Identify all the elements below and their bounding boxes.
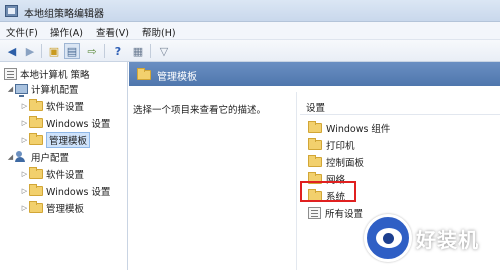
all-settings-icon [308, 206, 321, 219]
description-text: 选择一个项目来查看它的描述。 [133, 105, 267, 116]
list-item-label: 所有设置 [325, 208, 364, 220]
tree-item-windows-settings[interactable]: ▷ Windows 设置 [20, 115, 110, 130]
folder-icon [308, 137, 322, 150]
toolbar-separator [104, 44, 105, 58]
tree-user-config-label: 用户配置 [31, 152, 70, 164]
tree-computer-config[interactable]: ◢ 计算机配置 [6, 81, 79, 97]
toolbar: ◀ ▶ ▣ ▤ ⇨ ? ▦ ▽ [0, 40, 500, 62]
folder-icon [29, 98, 43, 111]
tree-item-user-software-settings[interactable]: ▷ 软件设置 [20, 166, 84, 181]
tree-item-label: Windows 设置 [46, 118, 111, 130]
expand-arrow-icon[interactable]: ◢ [6, 85, 15, 93]
users-icon [15, 150, 28, 163]
list-item-printers[interactable]: 打印机 [308, 137, 355, 152]
collapsed-arrow-icon[interactable]: ▷ [20, 204, 29, 212]
tree-item-software-settings[interactable]: ▷ 软件设置 [20, 98, 84, 113]
menu-help[interactable]: 帮助(H) [142, 25, 176, 39]
forward-arrow-icon[interactable]: ▶ [22, 43, 38, 59]
tree-item-user-admin-templates[interactable]: ▷ 管理模板 [20, 200, 84, 215]
watermark: 好装机 [360, 208, 500, 270]
list-item-control-panel[interactable]: 控制面板 [308, 154, 364, 169]
menu-action[interactable]: 操作(A) [50, 25, 83, 39]
watermark-text: 好装机 [416, 228, 479, 252]
folder-icon [29, 166, 43, 179]
window-title: 本地组策略编辑器 [24, 9, 104, 20]
folder-icon [137, 68, 151, 80]
show-tree-icon[interactable]: ▤ [64, 43, 80, 59]
tree-computer-config-label: 计算机配置 [31, 84, 79, 96]
collapsed-arrow-icon[interactable]: ▷ [20, 136, 29, 144]
watermark-logo-icon [364, 214, 412, 262]
tree-root[interactable]: 本地计算机 策略 [4, 66, 90, 81]
collapsed-arrow-icon[interactable]: ▷ [20, 102, 29, 110]
toolbar-separator [150, 44, 151, 58]
folder-icon [308, 154, 322, 167]
tree-item-label: 软件设置 [46, 169, 85, 181]
list-item-label: 控制面板 [326, 157, 365, 169]
folder-icon [29, 183, 43, 196]
collapsed-arrow-icon[interactable]: ▷ [20, 187, 29, 195]
title-bar: 本地组策略编辑器 [0, 0, 500, 22]
policy-tree: 本地计算机 策略 ◢ 计算机配置 ▷ 软件设置 ▷ Windows 设置 ▷ 管… [0, 62, 128, 270]
toolbar-separator [41, 44, 42, 58]
expand-arrow-icon[interactable]: ◢ [6, 153, 15, 161]
tree-item-label: 软件设置 [46, 101, 85, 113]
export-icon[interactable]: ⇨ [84, 43, 100, 59]
list-item-label: 打印机 [326, 140, 355, 152]
tree-item-label: 管理模板 [46, 203, 85, 215]
policy-icon [4, 67, 17, 80]
help-icon[interactable]: ? [110, 43, 126, 59]
group-policy-app-icon [5, 5, 18, 17]
content-header-title: 管理模板 [157, 72, 197, 83]
properties-icon[interactable]: ▦ [130, 43, 146, 59]
menu-file[interactable]: 文件(F) [6, 25, 38, 39]
tree-item-label: 管理模板 [46, 131, 91, 148]
tree-user-config[interactable]: ◢ 用户配置 [6, 149, 69, 164]
folder-icon [29, 200, 43, 213]
tree-item-label: Windows 设置 [46, 186, 111, 198]
tree-root-label: 本地计算机 策略 [20, 69, 90, 81]
list-item-label: Windows 组件 [326, 123, 391, 135]
content-header: 管理模板 [129, 62, 500, 86]
folder-icon [29, 115, 43, 128]
menu-bar: 文件(F) 操作(A) 查看(V) 帮助(H) [0, 22, 500, 40]
column-divider [300, 114, 500, 115]
up-folder-icon[interactable]: ▣ [46, 43, 62, 59]
collapsed-arrow-icon[interactable]: ▷ [20, 170, 29, 178]
computer-icon [15, 83, 28, 97]
back-arrow-icon[interactable]: ◀ [4, 43, 20, 59]
list-item-windows-components[interactable]: Windows 组件 [308, 120, 390, 135]
folder-icon [29, 132, 43, 145]
system-highlight-box [300, 181, 356, 202]
list-item-all-settings[interactable]: 所有设置 [308, 205, 363, 220]
collapsed-arrow-icon[interactable]: ▷ [20, 119, 29, 127]
tree-item-user-windows-settings[interactable]: ▷ Windows 设置 [20, 183, 110, 198]
folder-icon [308, 120, 322, 133]
menu-view[interactable]: 查看(V) [96, 25, 129, 39]
column-header-setting[interactable]: 设置 [306, 100, 325, 114]
filter-icon[interactable]: ▽ [156, 43, 172, 59]
tree-item-admin-templates[interactable]: ▷ 管理模板 [20, 131, 91, 148]
